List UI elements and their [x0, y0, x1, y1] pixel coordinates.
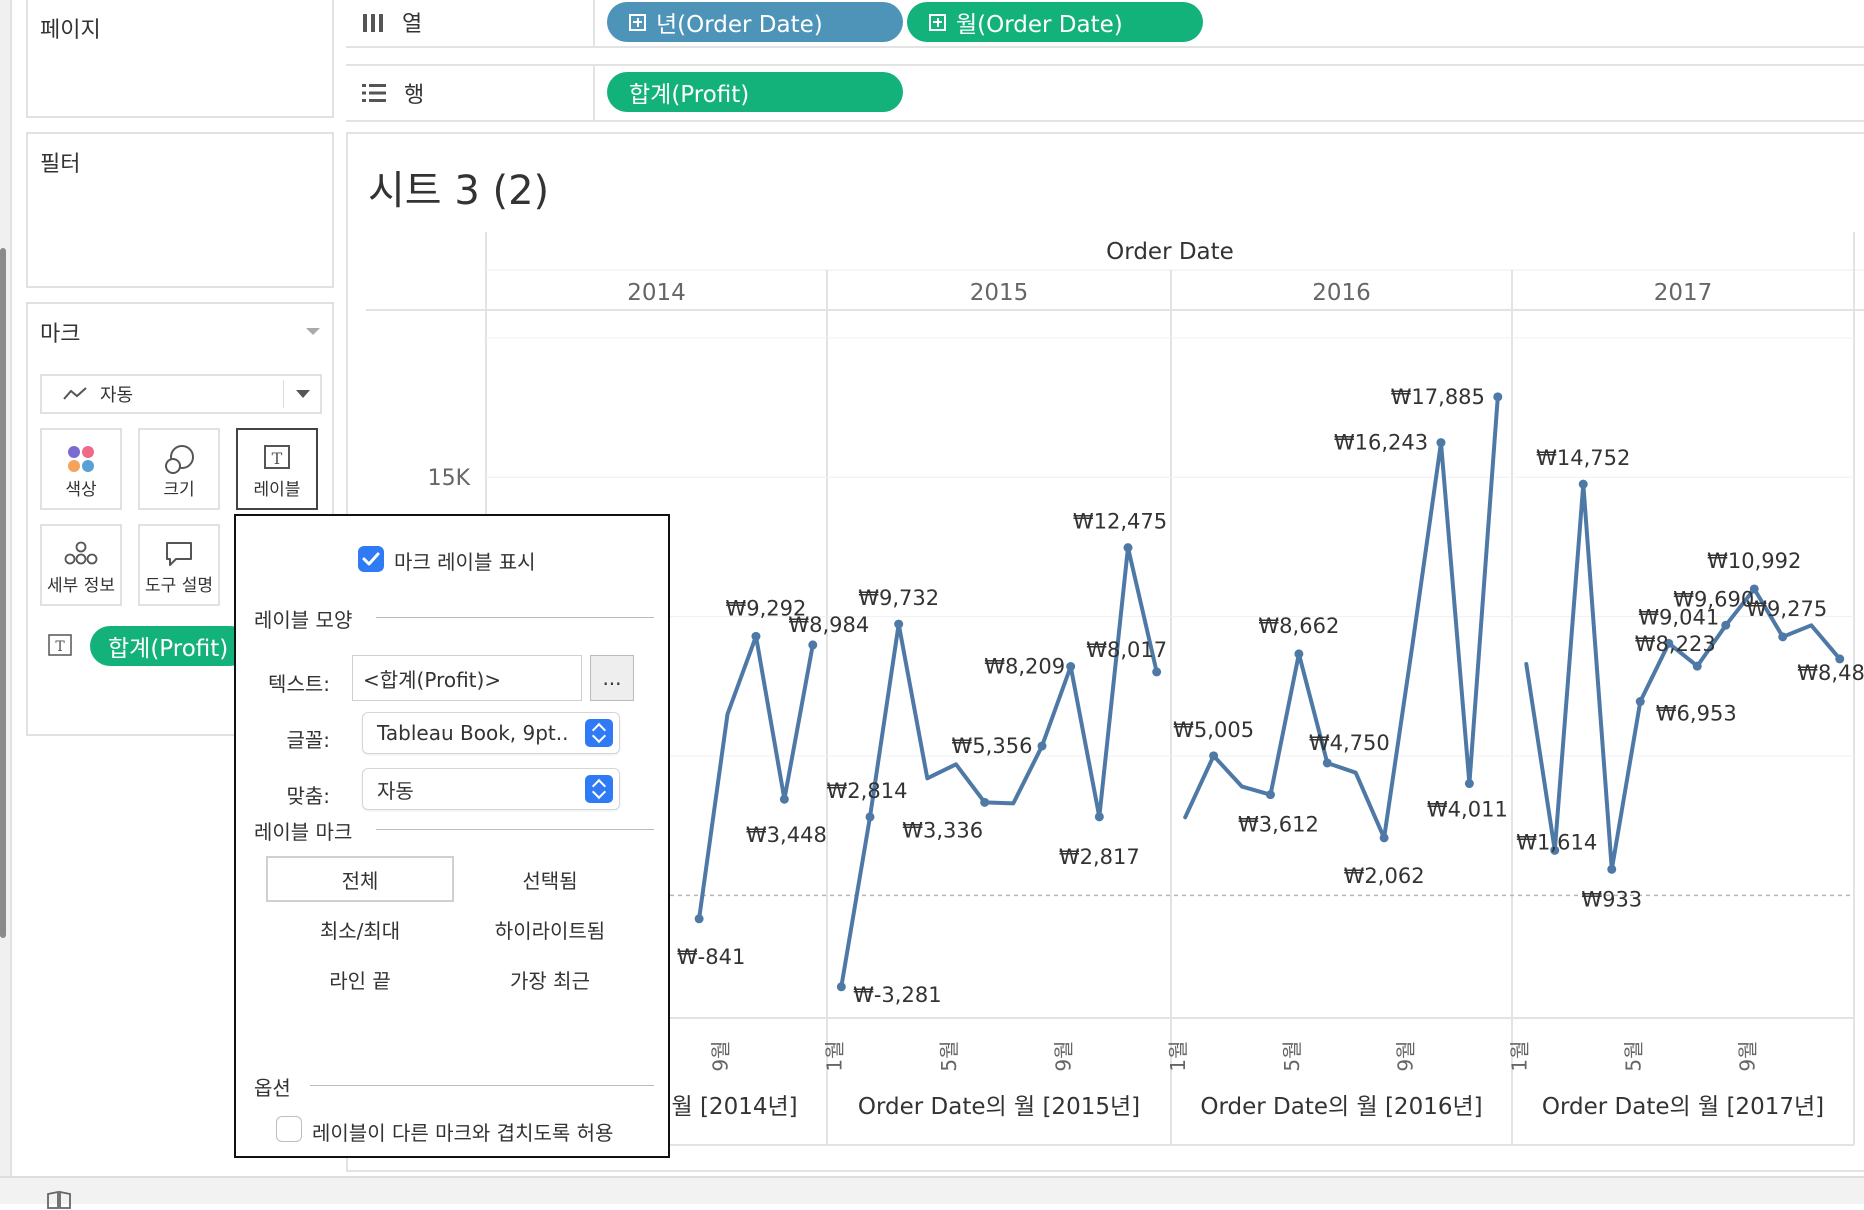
mark-type-dropdown[interactable]: 자동 — [40, 374, 322, 414]
tooltip-bubble-icon — [166, 542, 192, 566]
label-marks-divider — [376, 829, 654, 830]
font-select[interactable]: Tableau Book, 9pt.. — [362, 712, 620, 754]
size-button-label: 크기 — [163, 480, 195, 500]
show-labels-checkbox[interactable] — [358, 546, 384, 572]
marks-title: 마크 — [40, 322, 81, 347]
bottom-tab-strip — [0, 1176, 1864, 1204]
row-pill-profit[interactable]: 합계(Profit) — [607, 72, 903, 112]
mark-type-divider — [283, 380, 284, 408]
options-divider — [310, 1085, 654, 1086]
updown-stepper-icon — [585, 775, 613, 803]
option-most-recent[interactable]: 가장 최근 — [456, 956, 644, 1002]
detail-button-label: 세부 정보 — [47, 576, 115, 596]
option-selected-text: 선택됨 — [522, 868, 578, 893]
color-button[interactable]: 색상 — [40, 428, 122, 510]
column-pill-month[interactable]: 월(Order Date) — [907, 2, 1203, 42]
column-pill-year-text: 년(Order Date) — [656, 12, 823, 38]
expand-plus-icon[interactable] — [629, 13, 646, 31]
text-field-value: <합계(Profit)> — [363, 667, 502, 692]
book-icon[interactable] — [46, 1190, 72, 1210]
option-line-ends-text: 라인 끝 — [329, 968, 391, 993]
option-most-recent-text: 가장 최근 — [510, 968, 590, 993]
label-t-icon: T — [264, 445, 290, 469]
allow-overlap-text: 레이블이 다른 마크와 겹치도록 허용 — [312, 1121, 614, 1145]
updown-stepper-icon — [585, 719, 613, 747]
option-all[interactable]: 전체 — [266, 856, 454, 902]
label-marks-title: 레이블 마크 — [254, 820, 353, 844]
appearance-title: 레이블 모양 — [254, 608, 353, 632]
size-button[interactable]: 크기 — [138, 428, 220, 510]
left-scrollbar[interactable] — [0, 248, 6, 938]
checkmark-icon — [362, 552, 380, 566]
align-select-value: 자동 — [377, 778, 414, 803]
option-highlighted[interactable]: 하이라이트됨 — [456, 906, 644, 952]
columns-label-text: 열 — [402, 12, 423, 37]
tooltip-button[interactable]: 도구 설명 — [138, 524, 220, 606]
detail-dots-icon — [64, 541, 98, 565]
label-profit-pill-text: 합계(Profit) — [108, 636, 229, 662]
label-button[interactable]: T 레이블 — [236, 428, 318, 510]
detail-button[interactable]: 세부 정보 — [40, 524, 122, 606]
filters-title: 필터 — [40, 152, 81, 177]
rows-icon — [362, 84, 386, 102]
size-circles-icon — [165, 445, 194, 474]
label-options-popup: 마크 레이블 표시 레이블 모양 텍스트: <합계(Profit)> ... 글… — [234, 514, 670, 1158]
rows-shelf[interactable]: 행 합계(Profit) — [346, 64, 1864, 122]
pages-title: 페이지 — [40, 18, 101, 43]
option-min-max[interactable]: 최소/최대 — [266, 906, 454, 952]
color-button-label: 색상 — [65, 480, 97, 500]
tooltip-button-label: 도구 설명 — [145, 576, 213, 596]
chevron-down-icon — [296, 390, 310, 398]
font-field-label: 글꼴: — [286, 728, 330, 752]
option-highlighted-text: 하이라이트됨 — [494, 918, 606, 943]
pages-card: 페이지 — [26, 0, 334, 118]
rows-label-text: 행 — [404, 83, 425, 108]
appearance-divider — [376, 617, 654, 618]
column-pill-year[interactable]: 년(Order Date) — [607, 2, 903, 42]
marks-card-collapse-icon[interactable] — [306, 328, 320, 335]
text-field-label: 텍스트: — [268, 672, 330, 696]
column-pill-month-text: 월(Order Date) — [956, 12, 1123, 38]
option-min-max-text: 최소/최대 — [319, 918, 401, 943]
option-selected[interactable]: 선택됨 — [456, 856, 644, 902]
text-edit-ellipsis-button[interactable]: ... — [590, 655, 634, 701]
columns-shelf-divider — [593, 0, 595, 46]
text-field[interactable]: <합계(Profit)> — [352, 655, 582, 701]
ellipsis-text: ... — [602, 666, 622, 690]
color-dots-icon — [68, 446, 94, 472]
show-labels-text: 마크 레이블 표시 — [394, 550, 536, 574]
rows-shelf-label: 행 — [362, 66, 424, 120]
filters-card: 필터 — [26, 132, 334, 288]
svg-text:T: T — [272, 449, 283, 468]
font-select-value: Tableau Book, 9pt.. — [377, 721, 569, 745]
mark-type-value: 자동 — [100, 385, 134, 406]
columns-shelf[interactable]: 열 년(Order Date) 월(Order Date) — [346, 0, 1864, 48]
columns-shelf-label: 열 — [362, 0, 422, 46]
line-mark-icon — [63, 387, 87, 400]
expand-plus-icon[interactable] — [929, 13, 946, 31]
rows-shelf-divider — [593, 66, 595, 120]
allow-overlap-checkbox[interactable] — [276, 1116, 302, 1142]
sheet-title: 시트 3 (2) — [368, 168, 550, 214]
align-field-label: 맞춤: — [286, 784, 330, 808]
columns-icon — [363, 14, 383, 32]
label-profit-pill[interactable]: 합계(Profit) — [90, 626, 250, 666]
option-line-ends[interactable]: 라인 끝 — [266, 956, 454, 1002]
label-field-t-icon: T — [48, 634, 72, 656]
option-all-text: 전체 — [341, 868, 379, 893]
svg-text:T: T — [55, 639, 65, 655]
align-select[interactable]: 자동 — [362, 768, 620, 810]
row-pill-profit-text: 합계(Profit) — [629, 82, 750, 108]
options-title: 옵션 — [254, 1076, 291, 1100]
label-button-label: 레이블 — [253, 480, 301, 500]
